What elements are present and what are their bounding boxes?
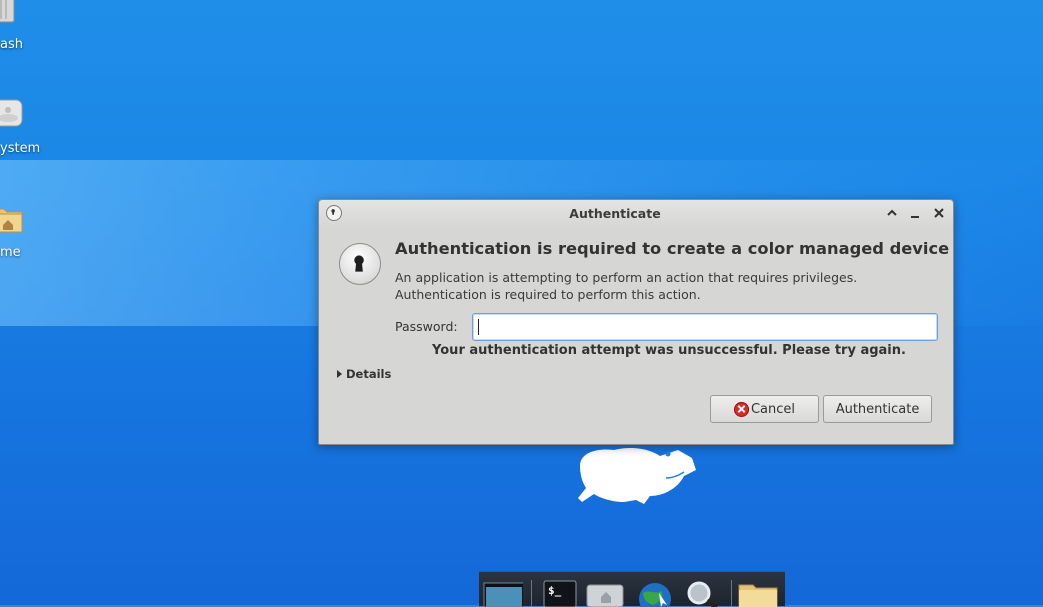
xfce-mouse-logo xyxy=(578,448,696,504)
authenticate-button[interactable]: Authenticate xyxy=(823,395,932,423)
dialog-titlebar[interactable]: Authenticate xyxy=(319,200,953,228)
details-label: Details xyxy=(346,367,392,381)
close-icon[interactable] xyxy=(932,206,946,220)
desktop-icon-label: ash xyxy=(0,37,23,52)
file-manager-icon[interactable] xyxy=(583,579,625,607)
roll-up-icon[interactable] xyxy=(885,206,899,220)
cancel-button[interactable]: Cancel xyxy=(710,395,819,423)
cancel-label: Cancel xyxy=(750,401,796,417)
terminal-icon[interactable]: $_ xyxy=(539,579,581,607)
dock-separator xyxy=(731,580,732,606)
authenticate-dialog: Authenticate Authentication is required … xyxy=(318,199,954,445)
authenticate-label: Authenticate xyxy=(835,401,920,417)
dialog-message-line: Authentication is required to perform th… xyxy=(395,287,701,302)
text-caret xyxy=(478,319,479,335)
dock-separator xyxy=(531,580,532,606)
web-browser-icon[interactable] xyxy=(633,579,675,607)
desktop-icon-label: me xyxy=(0,245,21,260)
dialog-heading: Authentication is required to create a c… xyxy=(395,239,950,258)
trash-icon xyxy=(0,0,15,23)
minimize-icon[interactable] xyxy=(908,206,922,220)
dialog-title: Authenticate xyxy=(569,206,661,221)
dialog-message: An application is attempting to perform … xyxy=(395,269,935,303)
dialog-message-line: An application is attempting to perform … xyxy=(395,270,858,285)
home-folder-icon xyxy=(0,208,23,233)
expander-arrow-icon xyxy=(337,370,342,378)
svg-text:$_: $_ xyxy=(548,584,562,597)
desktop-icon-label: ystem xyxy=(0,141,41,156)
password-input[interactable] xyxy=(472,313,938,341)
search-icon[interactable] xyxy=(681,579,723,607)
show-desktop-icon[interactable] xyxy=(481,579,523,607)
padlock-icon xyxy=(339,243,381,285)
error-message: Your authentication attempt was unsucces… xyxy=(432,343,906,358)
folder-icon[interactable] xyxy=(737,579,779,607)
cancel-icon xyxy=(733,401,749,417)
bottom-dock: $_ xyxy=(479,571,785,607)
details-expander[interactable]: Details xyxy=(337,367,391,381)
drive-icon xyxy=(0,99,23,127)
password-label: Password: xyxy=(395,319,458,334)
